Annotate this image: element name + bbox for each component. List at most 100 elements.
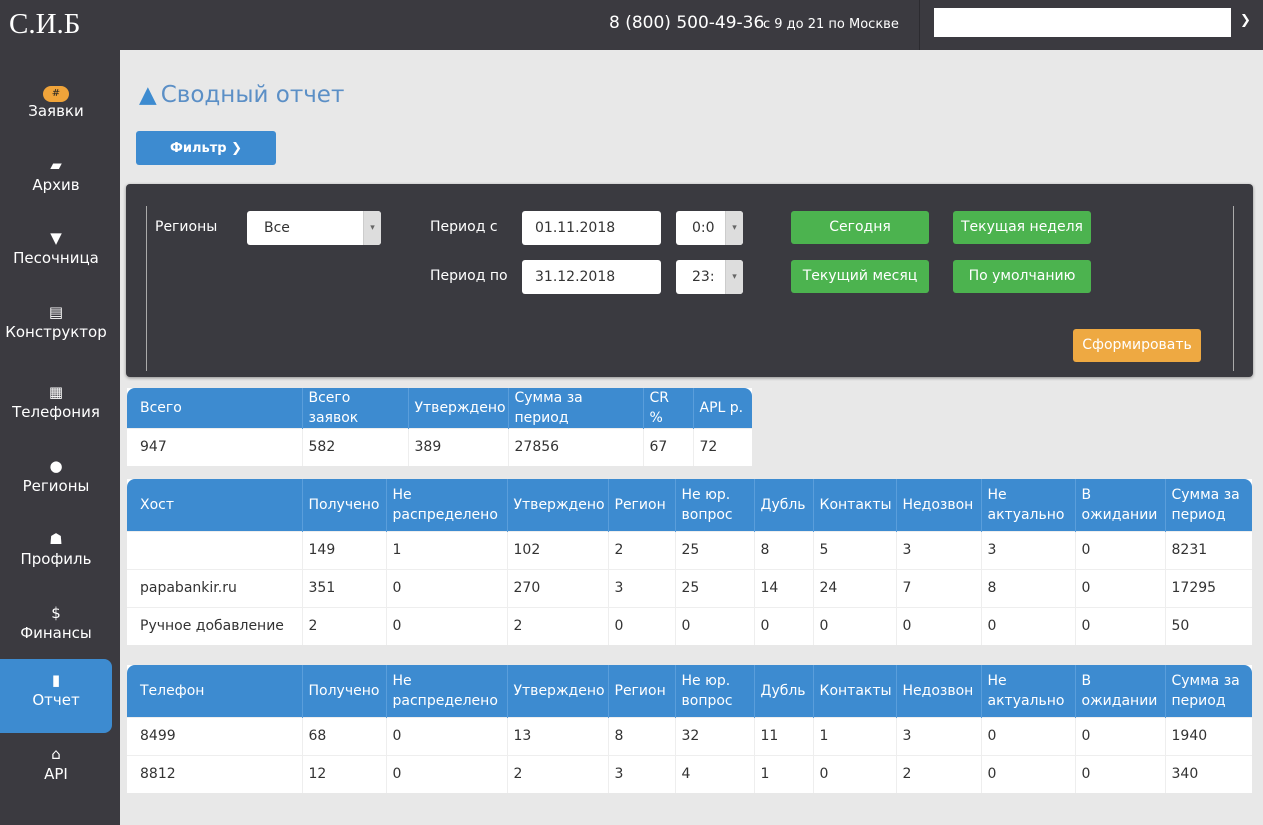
column-header[interactable]: Контакты xyxy=(812,665,896,717)
table-header: Телефон Получено Не распределено Утверждено… xyxy=(127,665,1252,717)
table-cell: 0 xyxy=(607,606,675,645)
period-to-label: Период по xyxy=(430,268,508,284)
table-cell: 0 xyxy=(895,606,981,645)
table-cell: 3 xyxy=(895,716,981,755)
column-header[interactable]: Не распределено xyxy=(385,665,507,717)
sidebar-item-8[interactable]: ▮ Отчет xyxy=(0,659,112,733)
table-cell: Ручное добавление xyxy=(127,606,302,645)
list-icon: ▤ xyxy=(48,303,64,321)
table-cell: 351 xyxy=(301,568,386,607)
table-cell: 2 xyxy=(607,530,675,569)
column-header[interactable]: Не актуально xyxy=(980,479,1075,531)
user-icon: ☗ xyxy=(49,530,63,548)
table-cell: 8812 xyxy=(127,754,302,793)
column-header[interactable]: Дубль xyxy=(753,479,813,531)
table-cell: 12 xyxy=(301,754,386,793)
table-header: Хост Получено Не распределено Утверждено Рег… xyxy=(127,479,1252,531)
table-row: Ручное добавление 2 0 2 0 0 0 0 0 0 0 50 xyxy=(127,606,1252,645)
table-cell: 947 xyxy=(127,428,302,466)
column-header[interactable]: Утверждено xyxy=(506,665,608,717)
column-header[interactable]: В ожидании xyxy=(1074,479,1165,531)
table-cell: 8 xyxy=(980,568,1075,607)
logo: С.И.Б xyxy=(9,8,81,40)
table-cell: 72 xyxy=(692,428,752,466)
column-header[interactable]: Не юр. вопрос xyxy=(674,665,754,717)
bar-chart-icon: ▮ xyxy=(51,671,61,689)
column-header[interactable]: Хост xyxy=(127,479,302,531)
column-header[interactable]: Не юр. вопрос xyxy=(674,479,754,531)
sidebar-item-6[interactable]: ☗ Профиль xyxy=(0,518,112,592)
divider xyxy=(146,206,147,371)
column-header[interactable]: Получено xyxy=(301,665,386,717)
table-cell: 582 xyxy=(301,428,408,466)
folder-icon: ▰ xyxy=(50,156,62,174)
table-cell: 8231 xyxy=(1164,530,1252,569)
current-week-button[interactable]: Текущая неделя xyxy=(953,211,1091,244)
table-cell: 0 xyxy=(385,754,507,793)
column-header[interactable]: Не актуально xyxy=(980,665,1075,717)
period-to-date-input[interactable]: 31.12.2018 xyxy=(522,260,661,294)
column-header[interactable]: Не распределено xyxy=(385,479,507,531)
table-cell: papabankir.ru xyxy=(127,568,302,607)
table-cell: 2 xyxy=(895,754,981,793)
sidebar-item-7[interactable]: $ Финансы xyxy=(0,592,112,666)
current-month-button[interactable]: Текущий месяц xyxy=(791,260,929,293)
period-from-date-input[interactable]: 01.11.2018 xyxy=(522,211,661,245)
table-cell: 8 xyxy=(753,530,813,569)
search-input[interactable] xyxy=(934,8,1231,37)
column-header[interactable]: В ожидании xyxy=(1074,665,1165,717)
road-icon: ▲ xyxy=(139,82,157,108)
table-cell: 8499 xyxy=(127,716,302,755)
table-cell: 0 xyxy=(753,606,813,645)
sidebar-item-2[interactable]: ▼ Песочница xyxy=(0,217,112,291)
sidebar-item-label: Конструктор xyxy=(5,323,107,341)
regions-select[interactable]: Все ▾ xyxy=(247,211,381,245)
column-header[interactable]: Телефон xyxy=(127,665,302,717)
column-header[interactable]: Всего заявок xyxy=(301,388,408,429)
table-cell: 11 xyxy=(753,716,813,755)
table-cell: 17295 xyxy=(1164,568,1252,607)
column-header[interactable]: Регион xyxy=(607,665,675,717)
sidebar-item-4[interactable]: ▦ Телефония xyxy=(0,371,112,445)
period-from-time-select[interactable]: 0:0 ▾ xyxy=(676,211,743,245)
filter-toggle-button[interactable]: Фильтр ❯ xyxy=(136,131,276,165)
column-header[interactable]: Контакты xyxy=(812,479,896,531)
column-header[interactable]: Сумма за период xyxy=(1164,479,1252,531)
column-header[interactable]: Сумма за период xyxy=(507,388,643,429)
sidebar-item-9[interactable]: ⌂ API xyxy=(0,733,112,807)
table-cell: 0 xyxy=(1074,716,1165,755)
column-header[interactable]: Утверждено xyxy=(407,388,508,429)
column-header[interactable]: Сумма за период xyxy=(1164,665,1252,717)
phones-table: Телефон Получено Не распределено Утверждено… xyxy=(127,665,1252,793)
sidebar-item-1[interactable]: ▰ Архив xyxy=(0,144,112,218)
table-cell: 14 xyxy=(753,568,813,607)
default-button[interactable]: По умолчанию xyxy=(953,260,1091,293)
sidebar-item-0[interactable]: # Заявки xyxy=(0,70,112,144)
sidebar-item-5[interactable]: ● Регионы xyxy=(0,445,112,519)
table-cell: 0 xyxy=(980,606,1075,645)
chevron-down-icon[interactable]: ❯ xyxy=(1240,13,1251,28)
divider xyxy=(919,0,920,50)
table-cell: 3 xyxy=(607,754,675,793)
column-header[interactable]: Утверждено xyxy=(506,479,608,531)
sidebar-item-label: Профиль xyxy=(20,550,92,568)
table-cell: 389 xyxy=(407,428,508,466)
column-header[interactable]: Дубль xyxy=(753,665,813,717)
column-header[interactable]: Недозвон xyxy=(895,479,981,531)
column-header[interactable]: Регион xyxy=(607,479,675,531)
today-button[interactable]: Сегодня xyxy=(791,211,929,244)
generate-report-button[interactable]: Сформировать xyxy=(1073,329,1201,362)
column-header[interactable]: Недозвон xyxy=(895,665,981,717)
sidebar-item-3[interactable]: ▤ Конструктор xyxy=(0,291,112,365)
column-header[interactable]: Всего xyxy=(127,388,302,429)
period-to-time-select[interactable]: 23: ▾ xyxy=(676,260,743,294)
table-cell: 0 xyxy=(1074,568,1165,607)
column-header[interactable]: APL р. xyxy=(692,388,752,429)
sidebar: # Заявки ▰ Архив ▼ Песочница ▤ Конструктор ▦ Теле… xyxy=(0,50,120,825)
table-cell: 340 xyxy=(1164,754,1252,793)
column-header[interactable]: Получено xyxy=(301,479,386,531)
table-cell: 0 xyxy=(385,568,507,607)
table-cell: 0 xyxy=(385,606,507,645)
regions-label: Регионы xyxy=(155,219,218,235)
column-header[interactable]: CR % xyxy=(642,388,693,429)
